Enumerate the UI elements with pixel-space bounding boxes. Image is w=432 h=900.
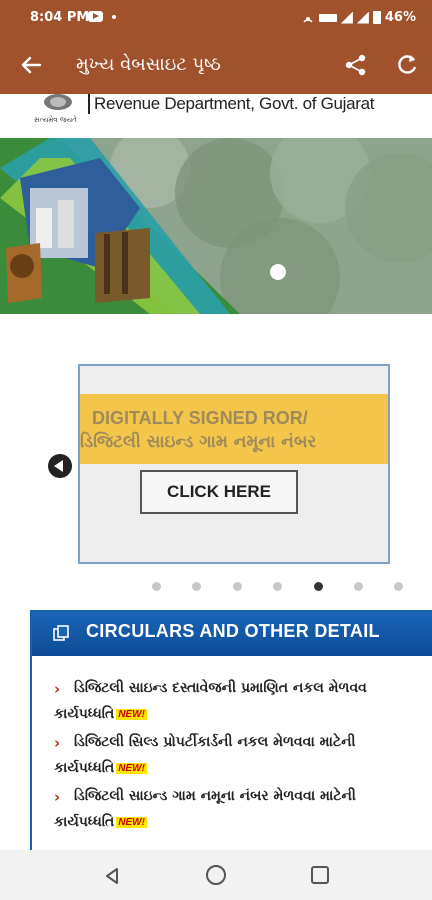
carousel-dot[interactable] — [152, 582, 161, 591]
carousel: DIGITALLY SIGNED ROR/ ડિજિટલી સાઇન્ડ ગામ… — [0, 364, 432, 591]
app-bar: મુખ્ય વેબસાઇટ પૃષ્ઠ — [0, 36, 432, 94]
signal-icon — [356, 11, 369, 24]
circulars-list: › ડિજિટલી સાઇન્ડ દસ્તાવેજની પ્રમાણિત નકલ… — [2, 672, 432, 834]
nav-home-icon[interactable] — [206, 865, 226, 885]
nav-back-icon[interactable] — [102, 866, 122, 886]
documents-icon — [53, 625, 69, 641]
dot-icon — [112, 15, 116, 19]
slide-title-en: DIGITALLY SIGNED ROR/ — [92, 408, 308, 428]
share-icon[interactable] — [343, 52, 369, 78]
battery-icon — [372, 11, 381, 24]
carousel-dot[interactable] — [192, 582, 201, 591]
carousel-dots — [0, 582, 432, 594]
new-badge: NEW! — [116, 762, 147, 774]
carousel-dot-active[interactable] — [314, 582, 323, 591]
carousel-dot[interactable] — [233, 582, 242, 591]
list-item[interactable]: › ડિજિટલી સિલ્ડ પ્રોપર્ટીકાર્ડની નકલ મેળ… — [2, 726, 432, 780]
slide-banner: DIGITALLY SIGNED ROR/ ડિજિટલી સાઇન્ડ ગામ… — [80, 394, 388, 464]
4g-icon — [318, 13, 337, 22]
new-badge: NEW! — [116, 708, 147, 720]
circular-subtitle[interactable]: કાર્યપધ્ધતિ NEW! — [54, 760, 147, 776]
carousel-dot[interactable] — [394, 582, 403, 591]
circulars-header: CIRCULARS AND OTHER DETAIL — [32, 612, 432, 656]
banner-graphic — [0, 138, 432, 314]
list-item[interactable]: › ડિજિટલી સાઇન્ડ ગામ નમૂના નંબર મેળવવા મ… — [2, 780, 432, 834]
circular-title[interactable]: ડિજિટલી સિલ્ડ પ્રોપર્ટીકાર્ડની નકલ મેળવવ… — [54, 734, 356, 750]
refresh-icon[interactable] — [394, 52, 420, 78]
carousel-dot[interactable] — [354, 582, 363, 591]
list-item[interactable]: › ડિજિટલી સાઇન્ડ દસ્તાવેજની પ્રમાણિત નકલ… — [2, 672, 432, 726]
banner-slider-dot[interactable] — [270, 264, 286, 280]
carousel-prev-icon[interactable] — [48, 454, 72, 478]
signal-icon — [340, 11, 353, 24]
circular-title[interactable]: ડિજિટલી સાઇન્ડ ગામ નમૂના નંબર મેળવવા માટ… — [54, 788, 356, 804]
back-arrow-icon[interactable] — [18, 52, 44, 78]
nav-recents-icon[interactable] — [311, 866, 329, 884]
circular-title[interactable]: ડિજિટલી સાઇન્ડ દસ્તાવેજની પ્રમાણિત નકલ મ… — [54, 680, 367, 696]
click-here-button[interactable]: CLICK HERE — [140, 470, 298, 514]
slide-title-gu: ડિજિટલી સાઇન્ડ ગામ નમૂના નંબર — [80, 432, 317, 452]
emblem-caption: સત્યમેવ જયતે — [34, 116, 77, 124]
site-header: સત્યમેવ જયતે Revenue Department, Govt. o… — [0, 94, 432, 138]
hotspot-icon — [303, 16, 313, 23]
circulars-section: CIRCULARS AND OTHER DETAIL › ડિજિટલી સાઇ… — [30, 610, 432, 850]
system-navigation-bar — [0, 850, 432, 900]
webview-content[interactable]: સત્યમેવ જયતે Revenue Department, Govt. o… — [0, 94, 432, 850]
status-right: 46% — [301, 10, 416, 25]
page-title: મુખ્ય વેબસાઇટ પૃષ્ઠ — [76, 54, 221, 75]
status-bar: 8:04 PM 46% — [0, 0, 432, 36]
status-time: 8:04 PM — [30, 10, 90, 25]
battery-text: 46% — [384, 10, 416, 25]
circulars-title: CIRCULARS AND OTHER DETAIL — [86, 621, 380, 641]
new-badge: NEW! — [116, 816, 147, 828]
circular-subtitle[interactable]: કાર્યપધ્ધતિ NEW! — [54, 706, 147, 722]
department-name: Revenue Department, Govt. of Gujarat — [88, 94, 375, 114]
circular-subtitle[interactable]: કાર્યપધ્ધતિ NEW! — [54, 814, 147, 830]
carousel-dot[interactable] — [273, 582, 282, 591]
banner-image — [0, 138, 432, 314]
youtube-icon — [88, 11, 103, 22]
carousel-slide[interactable]: DIGITALLY SIGNED ROR/ ડિજિટલી સાઇન્ડ ગામ… — [78, 364, 390, 564]
